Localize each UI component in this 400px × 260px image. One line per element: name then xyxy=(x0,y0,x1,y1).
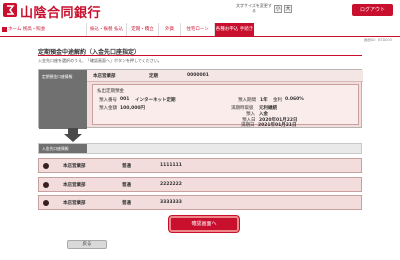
destination-row[interactable]: 本店営業部 普通 2222222 xyxy=(38,177,362,192)
deposit-period: 1年 xyxy=(260,98,268,103)
destination-label: 入金先口座情報 xyxy=(42,146,69,151)
bank-name: 山陰合同銀行 xyxy=(20,6,102,21)
dest-type: 普通 xyxy=(122,183,131,188)
font-large-button[interactable]: 大 xyxy=(284,5,292,13)
maturity-date: 2021年01月21日 xyxy=(258,123,297,128)
dest-type: 普通 xyxy=(122,164,131,169)
dest-number: 2222222 xyxy=(160,182,182,187)
main-nav: ホーム 残高・照会 振込・振替 払込 定期・積立 外貨 住宅ローン 各種お申込 … xyxy=(0,22,400,37)
dest-branch: 本店営業部 xyxy=(63,183,86,188)
nav-application[interactable]: 各種お申込 手続き xyxy=(214,23,254,36)
destination-header: 入金先口座情報 xyxy=(38,143,362,154)
instruction-text: 入金先口座を選択のうえ、「確認画面へ」ボタンを押してください。 xyxy=(38,58,162,63)
source-branch: 本店営業部 xyxy=(93,74,116,79)
radio-button[interactable] xyxy=(43,200,49,206)
back-button[interactable]: 戻る xyxy=(67,240,107,249)
deposit-no-label: 預入番号 xyxy=(99,98,117,103)
down-arrow-head-icon xyxy=(64,134,82,142)
font-size-label: 文字サイズを変更する xyxy=(236,3,272,13)
confirm-button[interactable]: 確認画面へ xyxy=(169,216,239,232)
dest-type: 普通 xyxy=(122,201,131,206)
dest-branch: 本店営業部 xyxy=(63,164,86,169)
source-label: 定期預金口座情報 xyxy=(42,74,73,79)
deposit-title: 払出定期預金 xyxy=(97,89,124,94)
radio-button[interactable] xyxy=(43,182,49,188)
dest-branch: 本店営業部 xyxy=(63,201,86,206)
rate-label: 金利 xyxy=(273,98,282,103)
destination-label-cell: 入金先口座情報 xyxy=(39,144,87,153)
source-account-row: 本店営業部 定期 0000001 xyxy=(87,70,363,82)
deposit-rate: 0.060% xyxy=(285,97,304,102)
logout-button[interactable]: ログアウト xyxy=(352,4,393,16)
header: 山陰合同銀行 文字サイズを変更する 小 大 ログアウト xyxy=(0,0,400,22)
screen-id: 画面ID：BTD003 xyxy=(363,38,392,42)
source-number: 0000001 xyxy=(187,73,209,78)
dest-number: 1111111 xyxy=(160,163,182,168)
deposit-product: インターネット定期 xyxy=(135,98,176,103)
period-label: 預入期間 xyxy=(238,98,256,103)
nav-deposit[interactable]: 定期・積立 xyxy=(126,23,158,36)
source-type: 定期 xyxy=(149,74,158,79)
nav-transfer[interactable]: 振込・振替 払込 xyxy=(86,23,126,36)
home-icon xyxy=(2,27,7,32)
title-divider xyxy=(38,55,362,56)
nav-home-label: ホーム 残高・照会 xyxy=(8,27,46,32)
maturity-label-visible: 満期日 xyxy=(241,123,255,128)
destination-row[interactable]: 本店営業部 普通 1111111 xyxy=(38,158,362,173)
font-small-button[interactable]: 小 xyxy=(274,5,282,13)
bank-logo-icon xyxy=(3,3,17,17)
dest-number: 3333333 xyxy=(160,200,182,205)
source-label-cell: 定期預金口座情報 xyxy=(39,70,87,129)
deposit-detail-box: 払出定期預金 預入番号 001 インターネット定期 預入金額 100,000円 … xyxy=(92,84,359,125)
destination-row[interactable]: 本店営業部 普通 3333333 xyxy=(38,195,362,210)
nav-foreign[interactable]: 外貨 xyxy=(158,23,180,36)
deposit-no: 001 xyxy=(120,97,130,102)
deposit-amount: 100,000円 xyxy=(120,106,145,111)
nav-home[interactable]: ホーム 残高・照会 xyxy=(2,23,46,36)
source-account-section: 定期預金口座情報 本店営業部 定期 0000001 払出定期預金 預入番号 00… xyxy=(38,69,363,129)
radio-button[interactable] xyxy=(43,163,49,169)
nav-loan[interactable]: 住宅ローン xyxy=(180,23,214,36)
amount-label: 預入金額 xyxy=(99,106,117,111)
